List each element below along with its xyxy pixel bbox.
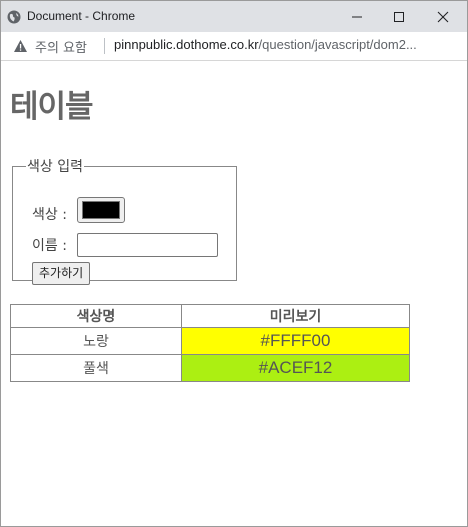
table-row: 풀색 #ACEF12 <box>10 354 410 382</box>
url-path: /question/javascript/dom2... <box>258 37 417 52</box>
form-legend: 색상 입력 <box>27 159 83 175</box>
color-name-cell: 풀색 <box>10 354 182 382</box>
color-name-cell: 노랑 <box>10 327 182 355</box>
window-title: Document - Chrome <box>27 9 136 23</box>
name-label: 이름 : <box>32 238 67 254</box>
page-content: 테이블 색상 입력 색상 : 이름 : 추가하기 색상명 미리보기 노랑 #FFF… <box>1 61 467 526</box>
maximize-icon <box>394 11 404 22</box>
close-icon <box>437 11 449 22</box>
header-color-name: 색상명 <box>10 304 182 328</box>
color-table: 색상명 미리보기 노랑 #FFFF00 풀색 #ACEF12 <box>10 304 410 382</box>
minimize-button[interactable] <box>335 1 379 32</box>
color-picker[interactable] <box>77 197 125 223</box>
page-title: 테이블 <box>10 89 94 125</box>
minimize-icon <box>352 16 362 17</box>
maximize-button[interactable] <box>377 1 421 32</box>
url-text[interactable]: pinnpublic.dothome.co.kr/question/javasc… <box>114 37 459 52</box>
color-preview-cell: #ACEF12 <box>181 354 410 382</box>
url-host: pinnpublic.dothome.co.kr <box>114 37 259 52</box>
color-preview-cell: #FFFF00 <box>181 327 410 355</box>
browser-window: Document - Chrome 주의 요함 pinnpublic.dotho… <box>0 0 468 527</box>
divider <box>104 38 105 54</box>
title-bar: Document - Chrome <box>1 1 467 32</box>
security-label[interactable]: 주의 요함 <box>35 37 87 56</box>
address-bar[interactable]: 주의 요함 pinnpublic.dothome.co.kr/question/… <box>1 32 467 61</box>
globe-icon <box>7 9 21 24</box>
name-input[interactable] <box>77 233 218 257</box>
close-window-button[interactable] <box>421 1 465 32</box>
color-label: 색상 : <box>32 207 67 223</box>
table-header-row: 색상명 미리보기 <box>10 304 410 328</box>
color-form: 색상 입력 색상 : 이름 : 추가하기 <box>12 156 237 285</box>
add-button[interactable]: 추가하기 <box>32 262 91 285</box>
warning-triangle-icon[interactable] <box>13 38 28 57</box>
header-preview: 미리보기 <box>181 304 410 328</box>
color-swatch <box>82 201 120 219</box>
table-row: 노랑 #FFFF00 <box>10 327 410 355</box>
